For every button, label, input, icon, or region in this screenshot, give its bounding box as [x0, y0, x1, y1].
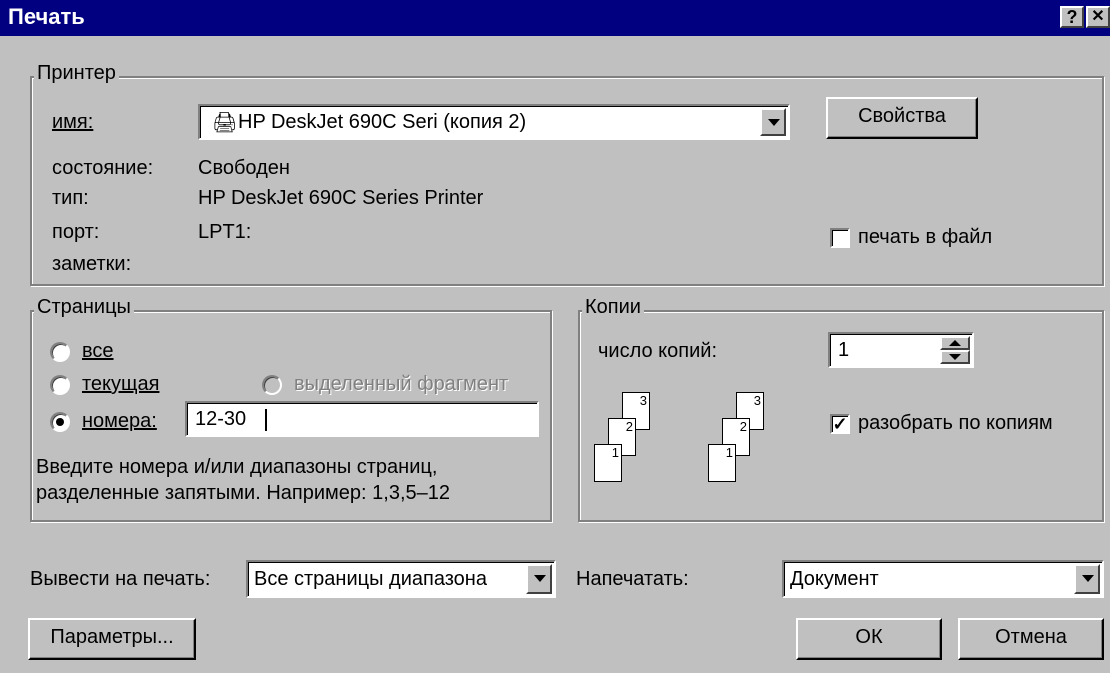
page-icon-1b: 1 — [708, 444, 736, 482]
window-title: Печать — [8, 4, 85, 29]
cancel-button[interactable]: Отмена — [958, 618, 1104, 660]
printer-group-label: Принтер — [34, 62, 119, 85]
chevron-down-icon[interactable] — [1074, 564, 1100, 594]
chevron-down-icon[interactable] — [760, 108, 786, 136]
print-range-select[interactable]: Все страницы диапазона — [246, 560, 556, 598]
help-button[interactable]: ? — [1060, 6, 1084, 28]
spin-up-icon[interactable] — [940, 336, 970, 350]
cancel-button-label: Отмена — [995, 626, 1067, 648]
copies-spinner[interactable]: 1 — [828, 332, 974, 368]
print-content-select[interactable]: Документ — [782, 560, 1104, 598]
pages-group-label: Страницы — [34, 296, 134, 319]
close-button[interactable]: ✕ — [1086, 6, 1110, 28]
printer-name-label: имя: — [52, 111, 94, 133]
print-to-file-checkbox[interactable] — [830, 228, 850, 248]
type-value: HP DeskJet 690C Series Printer — [198, 187, 484, 209]
print-what-label: Вывести на печать: — [30, 568, 211, 590]
radio-current[interactable] — [50, 375, 70, 395]
pages-hint-line2: разделенные запятыми. Например: 1,3,5–12 — [36, 482, 450, 504]
page-icon-1a: 1 — [594, 444, 622, 482]
radio-numbers-label[interactable]: номера: — [82, 410, 157, 433]
copies-count-value: 1 — [838, 339, 850, 361]
properties-button[interactable]: Свойства — [826, 97, 978, 139]
copies-group-label: Копии — [582, 296, 644, 319]
radio-all[interactable] — [50, 342, 70, 362]
radio-selection-label: выделенный фрагмент — [294, 373, 509, 395]
printer-name-value: HP DeskJet 690C Seri (копия 2) — [238, 111, 527, 133]
options-button[interactable]: Параметры... — [28, 618, 196, 660]
radio-selection — [262, 375, 282, 395]
print-content-value: Документ — [790, 568, 879, 590]
port-label: порт: — [52, 221, 100, 243]
status-label: состояние: — [52, 157, 154, 179]
radio-numbers-dot — [56, 418, 64, 426]
type-label: тип: — [52, 187, 89, 209]
title-bar — [0, 0, 1110, 36]
printer-icon: 🖨 — [212, 112, 238, 134]
properties-button-label: Свойства — [858, 105, 946, 127]
collate-checkbox[interactable]: ✓ — [830, 414, 850, 434]
ok-button[interactable]: ОК — [796, 618, 942, 660]
page-numbers-value: 12-30 — [195, 408, 247, 430]
options-button-label: Параметры... — [50, 626, 174, 648]
status-value: Свободен — [198, 157, 290, 179]
spin-down-icon[interactable] — [940, 350, 970, 364]
radio-numbers[interactable] — [50, 412, 70, 432]
radio-all-label[interactable]: все — [82, 340, 114, 363]
text-cursor — [265, 409, 267, 431]
page-numbers-input[interactable]: 12-30 — [185, 401, 539, 437]
chevron-down-icon[interactable] — [526, 564, 552, 594]
print-to-file-label[interactable]: печать в файл — [858, 226, 992, 249]
ok-button-label: ОК — [855, 626, 883, 648]
copies-count-label: число копий: — [598, 340, 717, 362]
print-range-value: Все страницы диапазона — [254, 568, 487, 590]
collate-label[interactable]: разобрать по копиям — [858, 412, 1053, 435]
port-value: LPT1: — [198, 221, 252, 243]
print-content-label: Напечатать: — [576, 568, 689, 590]
radio-current-label[interactable]: текущая — [82, 373, 159, 396]
notes-label: заметки: — [52, 253, 132, 275]
printer-name-select[interactable]: 🖨 HP DeskJet 690C Seri (копия 2) — [198, 104, 790, 140]
pages-hint-line1: Введите номера и/или диапазоны страниц, — [36, 456, 438, 478]
